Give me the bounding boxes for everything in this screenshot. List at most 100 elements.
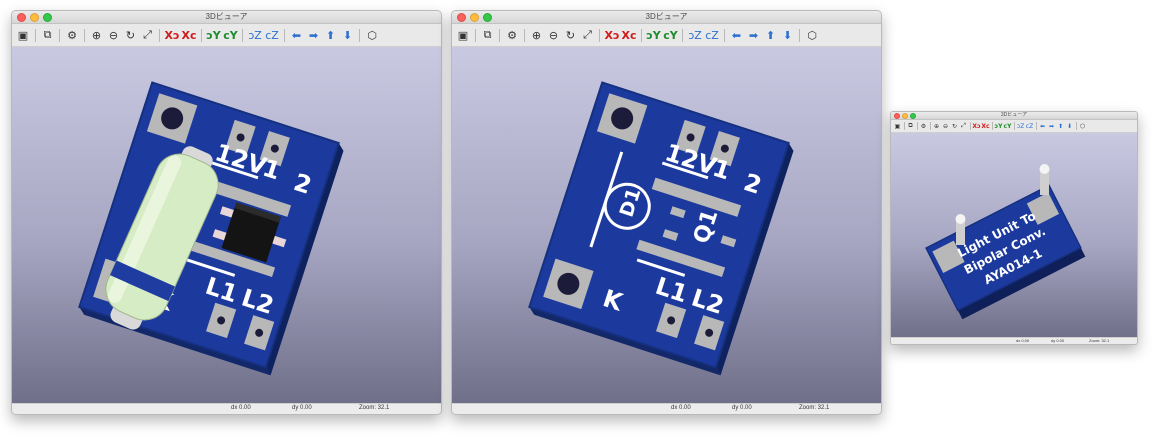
zoom-in-icon[interactable]: ⊕ [932, 120, 941, 132]
rotate-z-cw-icon[interactable]: ↄZ [687, 27, 703, 44]
toolbar-separator [723, 28, 725, 42]
zoom-out-icon[interactable]: ⊖ [941, 120, 950, 132]
rotate-x-ccw-icon[interactable]: Xc [621, 27, 637, 44]
move-left-icon[interactable]: ⬅ [729, 27, 745, 44]
toolbar: ▣ ⧉ ⚙ ⊕ ⊖ ↻ ⤢ Xↄ Xc ↄY cY ↄZ cZ ⬅ ➡ ⬆ ⬇ ⬡ [891, 120, 1137, 133]
toolbar-separator [916, 122, 918, 130]
viewer-window-1: 3Dビューア ▣ ⧉ ⚙ ⊕ ⊖ ↻ ⤢ Xↄ Xc ↄY cY ↄZ cZ ⬅ ➡ ⬆ ⬇ ⬡ 12V 1 [11, 10, 442, 415]
window-title: 3Dビューア [1000, 112, 1028, 118]
zoom-in-icon[interactable]: ⊕ [529, 27, 545, 44]
board-3d-render-top: 12V 1 2 L1 L2 K [78, 81, 344, 376]
toolbar-separator [159, 28, 161, 42]
toolbar-separator [359, 28, 361, 42]
rotate-y-ccw-icon[interactable]: cY [663, 27, 679, 44]
status-dx: dx 0.00 [1016, 338, 1030, 343]
settings-icon[interactable]: ⚙ [64, 27, 80, 44]
move-down-icon[interactable]: ⬇ [1065, 120, 1074, 132]
toolbar-separator [799, 28, 801, 42]
rotate-z-cw-icon[interactable]: ↄZ [247, 27, 263, 44]
move-left-icon[interactable]: ⬅ [1038, 120, 1047, 132]
rotate-x-cw-icon[interactable]: Xↄ [164, 27, 180, 44]
toolbar-separator [1013, 122, 1015, 130]
toolbar-separator [640, 28, 642, 42]
toolbar-separator [599, 28, 601, 42]
toolbar-separator [682, 28, 684, 42]
toolbar-separator [499, 28, 501, 42]
status-dy: dy 0.00 [732, 405, 752, 411]
title-bar[interactable]: 3Dビューア [12, 11, 441, 24]
rotate-x-ccw-icon[interactable]: Xc [181, 27, 197, 44]
zoom-out-icon[interactable]: ⊖ [546, 27, 562, 44]
status-zoom: Zoom: 32.1 [359, 405, 390, 411]
move-up-icon[interactable]: ⬆ [323, 27, 339, 44]
move-right-icon[interactable]: ➡ [1047, 120, 1056, 132]
ortho-view-icon[interactable]: ⬡ [364, 27, 380, 44]
reload-board-icon[interactable]: ▣ [455, 27, 471, 44]
rotate-x-cw-icon[interactable]: Xↄ [972, 120, 981, 132]
3d-viewport[interactable]: 12V 1 2 L1 L2 K [12, 47, 441, 404]
toolbar-separator [83, 28, 85, 42]
status-dy: dy 0.00 [292, 405, 312, 411]
ortho-view-icon[interactable]: ⬡ [804, 27, 820, 44]
board-3d-render-top-no-parts: D1 Q1 12V 1 2 L1 L2 K [528, 81, 794, 376]
move-up-icon[interactable]: ⬆ [1056, 120, 1065, 132]
rotate-x-ccw-icon[interactable]: Xc [981, 120, 990, 132]
3d-viewport[interactable]: D1 Q1 12V 1 2 L1 L2 K [452, 47, 881, 404]
toolbar-separator [929, 122, 931, 130]
move-right-icon[interactable]: ➡ [746, 27, 762, 44]
3d-viewport[interactable]: Light Unit To Bipolar Conv. AYA014-1 [891, 133, 1137, 338]
rotate-z-cw-icon[interactable]: ↄZ [1016, 120, 1025, 132]
rotate-z-ccw-icon[interactable]: cZ [264, 27, 280, 44]
status-zoom: Zoom: 32.1 [1089, 338, 1110, 343]
status-bar: dx 0.00 dy 0.00 Zoom: 32.1 [12, 403, 441, 414]
zoom-fit-icon[interactable]: ⤢ [959, 120, 968, 132]
viewer-window-3: 3Dビューア ▣ ⧉ ⚙ ⊕ ⊖ ↻ ⤢ Xↄ Xc ↄY cY ↄZ cZ ⬅ ➡ ⬆ ⬇ ⬡ Light Un… [890, 111, 1138, 345]
move-left-icon[interactable]: ⬅ [289, 27, 305, 44]
settings-icon[interactable]: ⚙ [919, 120, 928, 132]
toolbar: ▣ ⧉ ⚙ ⊕ ⊖ ↻ ⤢ Xↄ Xc ↄY cY ↄZ cZ ⬅ ➡ ⬆ ⬇ ⬡ [452, 24, 881, 47]
copy-image-icon[interactable]: ⧉ [480, 27, 496, 44]
ortho-view-icon[interactable]: ⬡ [1078, 120, 1087, 132]
board-3d-render-bottom: Light Unit To Bipolar Conv. AYA014-1 [925, 164, 1086, 320]
redraw-icon[interactable]: ↻ [950, 120, 959, 132]
zoom-out-icon[interactable]: ⊖ [106, 27, 122, 44]
copy-image-icon[interactable]: ⧉ [40, 27, 56, 44]
reload-board-icon[interactable]: ▣ [15, 27, 31, 44]
rotate-y-ccw-icon[interactable]: cY [223, 27, 239, 44]
rotate-x-cw-icon[interactable]: Xↄ [604, 27, 620, 44]
copy-image-icon[interactable]: ⧉ [906, 120, 915, 132]
status-dy: dy 0.00 [1051, 338, 1065, 343]
rotate-y-ccw-icon[interactable]: cY [1003, 120, 1012, 132]
settings-icon[interactable]: ⚙ [504, 27, 520, 44]
move-up-icon[interactable]: ⬆ [763, 27, 779, 44]
rotate-y-cw-icon[interactable]: ↄY [206, 27, 222, 44]
status-zoom: Zoom: 32.1 [799, 405, 830, 411]
move-down-icon[interactable]: ⬇ [780, 27, 796, 44]
rotate-y-cw-icon[interactable]: ↄY [994, 120, 1003, 132]
redraw-icon[interactable]: ↻ [563, 27, 579, 44]
window-title: 3Dビューア [205, 12, 248, 21]
rotate-z-ccw-icon[interactable]: cZ [704, 27, 720, 44]
zoom-fit-icon[interactable]: ⤢ [140, 27, 156, 44]
toolbar-separator [1075, 122, 1077, 130]
pin-2 [1039, 164, 1050, 195]
zoom-fit-icon[interactable]: ⤢ [580, 27, 596, 44]
title-bar[interactable]: 3Dビューア [452, 11, 881, 24]
move-down-icon[interactable]: ⬇ [340, 27, 356, 44]
window-title: 3Dビューア [645, 12, 688, 21]
zoom-in-icon[interactable]: ⊕ [89, 27, 105, 44]
status-bar: dx 0.00 dy 0.00 Zoom: 32.1 [452, 403, 881, 414]
toolbar-separator [242, 28, 244, 42]
rotate-z-ccw-icon[interactable]: cZ [1025, 120, 1034, 132]
rotate-y-cw-icon[interactable]: ↄY [646, 27, 662, 44]
redraw-icon[interactable]: ↻ [123, 27, 139, 44]
toolbar-separator [34, 28, 36, 42]
title-bar[interactable]: 3Dビューア [891, 112, 1137, 120]
status-dx: dx 0.00 [671, 405, 691, 411]
reload-board-icon[interactable]: ▣ [893, 120, 902, 132]
pin-1 [955, 214, 966, 245]
move-right-icon[interactable]: ➡ [306, 27, 322, 44]
viewer-window-2: 3Dビューア ▣ ⧉ ⚙ ⊕ ⊖ ↻ ⤢ Xↄ Xc ↄY cY ↄZ cZ ⬅ ➡ ⬆ ⬇ ⬡ [451, 10, 882, 415]
toolbar: ▣ ⧉ ⚙ ⊕ ⊖ ↻ ⤢ Xↄ Xc ↄY cY ↄZ cZ ⬅ ➡ ⬆ ⬇ ⬡ [12, 24, 441, 47]
toolbar-separator [474, 28, 476, 42]
